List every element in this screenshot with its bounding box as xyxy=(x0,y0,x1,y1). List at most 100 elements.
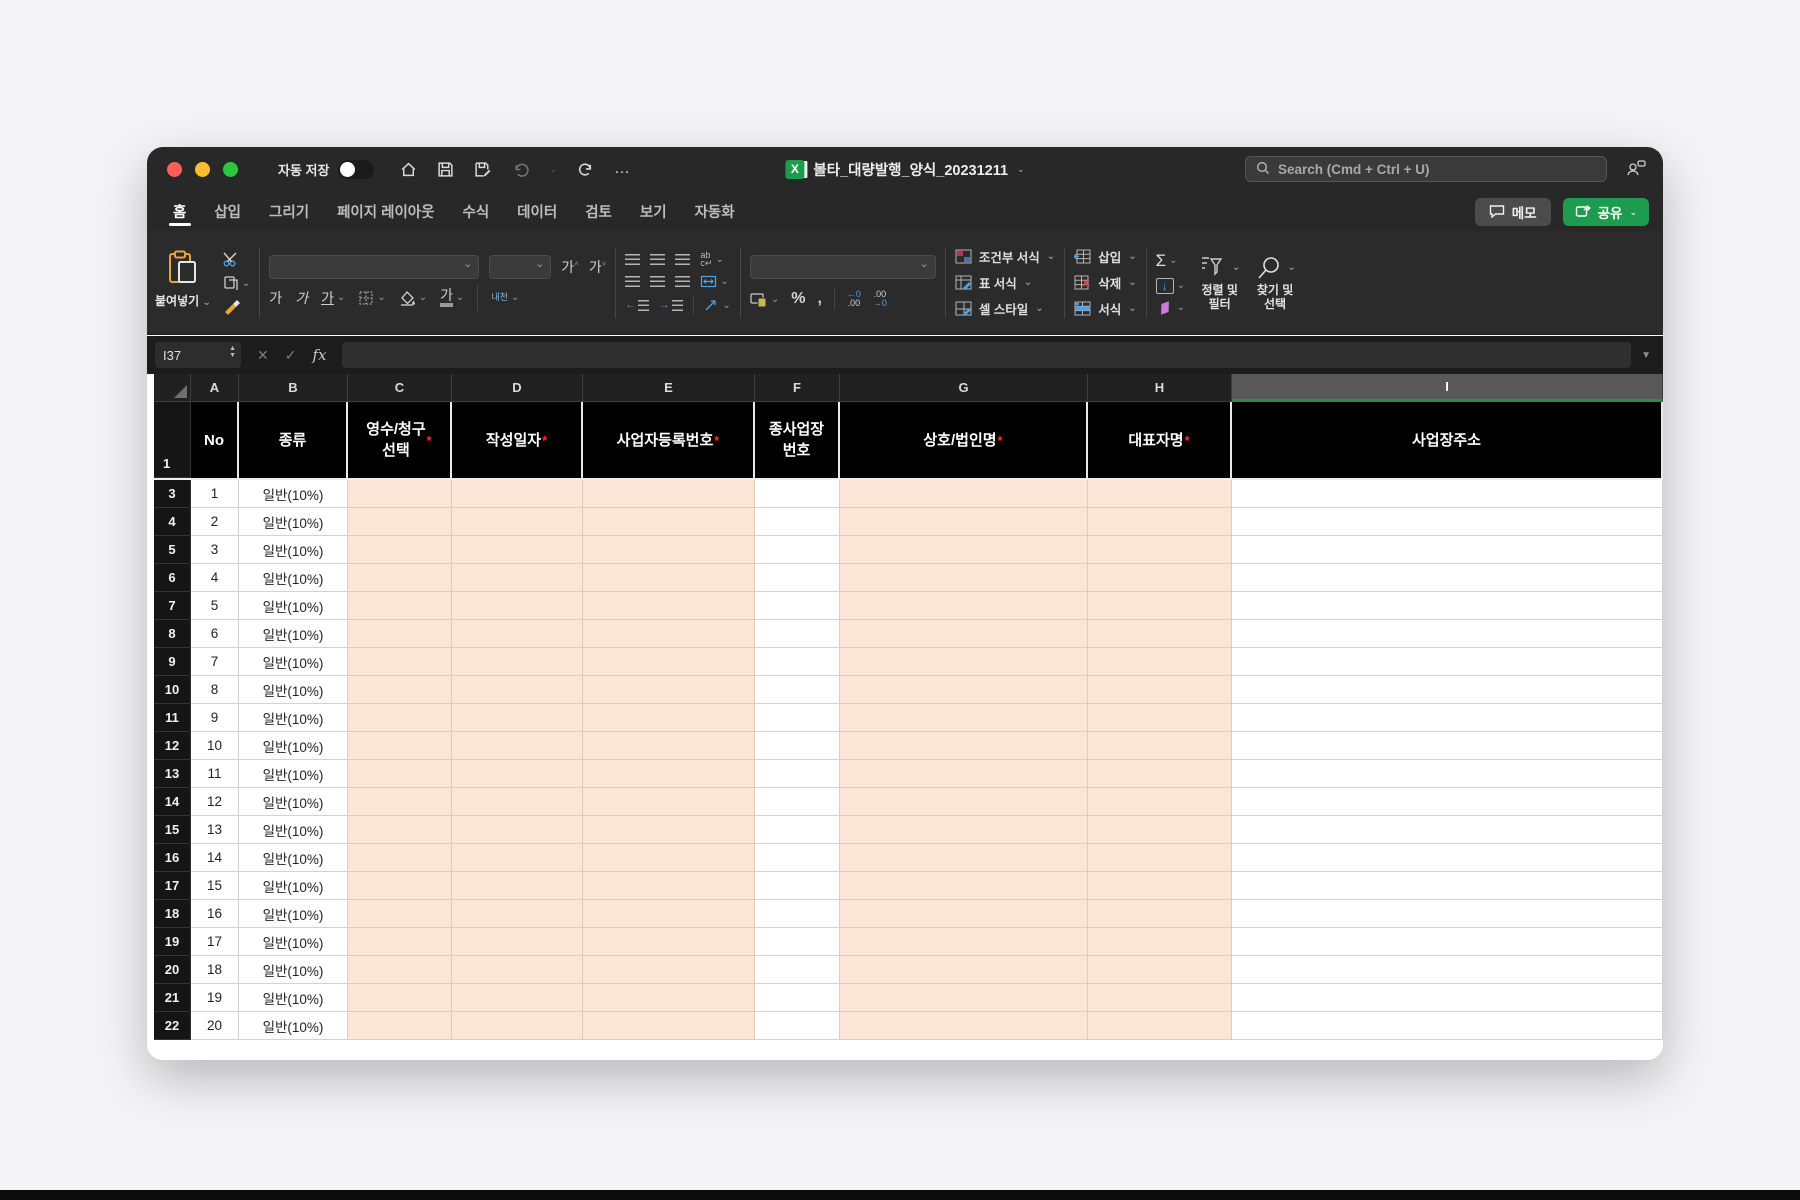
cell-F4[interactable] xyxy=(755,508,840,536)
cell-D12[interactable] xyxy=(452,732,583,760)
cell-A7[interactable]: 5 xyxy=(191,592,239,620)
conditional-formatting-button[interactable]: 조건부 서식 ⌄ xyxy=(955,247,1055,266)
cell-B12[interactable]: 일반(10%) xyxy=(239,732,348,760)
cell-H4[interactable] xyxy=(1088,508,1232,536)
cell-E5[interactable] xyxy=(583,536,755,564)
column-header-E[interactable]: E xyxy=(583,374,755,402)
cell-I19[interactable] xyxy=(1232,928,1663,956)
row-header-20[interactable]: 20 xyxy=(154,956,191,984)
align-right-icon[interactable] xyxy=(675,276,691,287)
cell-C19[interactable] xyxy=(348,928,452,956)
cell-D14[interactable] xyxy=(452,788,583,816)
row-header-3[interactable]: 3 xyxy=(154,480,191,508)
cell-F15[interactable] xyxy=(755,816,840,844)
cell-I14[interactable] xyxy=(1232,788,1663,816)
cell-G20[interactable] xyxy=(840,956,1088,984)
align-bottom-icon[interactable] xyxy=(675,253,691,265)
sort-filter-button[interactable]: ⌄ 정렬 및 필터 xyxy=(1199,255,1240,311)
share-button[interactable]: 공유 ⌄ xyxy=(1562,198,1649,226)
cell-H9[interactable] xyxy=(1088,648,1232,676)
cell-H8[interactable] xyxy=(1088,620,1232,648)
cell-D18[interactable] xyxy=(452,900,583,928)
ribbon-tab[interactable]: 검토 xyxy=(571,191,626,231)
row-header-16[interactable]: 16 xyxy=(154,844,191,872)
row-header-6[interactable]: 6 xyxy=(154,564,191,592)
cell-D11[interactable] xyxy=(452,704,583,732)
row-header-7[interactable]: 7 xyxy=(154,592,191,620)
cell-H20[interactable] xyxy=(1088,956,1232,984)
cell-E21[interactable] xyxy=(583,984,755,1012)
cell-C22[interactable] xyxy=(348,1012,452,1040)
cell-G21[interactable] xyxy=(840,984,1088,1012)
cell-D19[interactable] xyxy=(452,928,583,956)
cell-B5[interactable]: 일반(10%) xyxy=(239,536,348,564)
cell-E16[interactable] xyxy=(583,844,755,872)
font-color-button[interactable]: 가 ⌄ xyxy=(440,288,464,307)
cell-F12[interactable] xyxy=(755,732,840,760)
cell-G6[interactable] xyxy=(840,564,1088,592)
cell-B3[interactable]: 일반(10%) xyxy=(239,480,348,508)
cell-I12[interactable] xyxy=(1232,732,1663,760)
merge-center-button[interactable]: ⌄ xyxy=(700,275,729,288)
font-name-select[interactable] xyxy=(269,254,480,279)
cell-B7[interactable]: 일반(10%) xyxy=(239,592,348,620)
cell-F18[interactable] xyxy=(755,900,840,928)
header-cell-H[interactable]: 대표자명 * xyxy=(1088,402,1232,478)
home-icon[interactable] xyxy=(400,161,417,178)
find-select-button[interactable]: ⌄ 찾기 및 선택 xyxy=(1254,255,1296,311)
cell-G9[interactable] xyxy=(840,648,1088,676)
cell-I15[interactable] xyxy=(1232,816,1663,844)
ribbon-tab[interactable]: 보기 xyxy=(626,191,681,231)
cell-F21[interactable] xyxy=(755,984,840,1012)
cell-D21[interactable] xyxy=(452,984,583,1012)
underline-button[interactable]: 가 ⌄ xyxy=(321,288,345,308)
undo-icon[interactable] xyxy=(512,161,530,178)
cell-A12[interactable]: 10 xyxy=(191,732,239,760)
cell-D8[interactable] xyxy=(452,620,583,648)
cell-I5[interactable] xyxy=(1232,536,1663,564)
row-header-14[interactable]: 14 xyxy=(154,788,191,816)
row-header-1[interactable]: 1 xyxy=(154,402,191,478)
ribbon-tab[interactable]: 데이터 xyxy=(503,191,571,231)
cell-H16[interactable] xyxy=(1088,844,1232,872)
close-window-button[interactable] xyxy=(167,161,182,177)
cell-A19[interactable]: 17 xyxy=(191,928,239,956)
row-header-5[interactable]: 5 xyxy=(154,536,191,564)
row-header-8[interactable]: 8 xyxy=(154,620,191,648)
header-cell-G[interactable]: 상호/법인명 * xyxy=(840,402,1088,478)
cell-B4[interactable]: 일반(10%) xyxy=(239,508,348,536)
cell-D6[interactable] xyxy=(452,564,583,592)
cancel-icon[interactable]: ✕ xyxy=(257,347,269,364)
cell-D22[interactable] xyxy=(452,1012,583,1040)
row-header-17[interactable]: 17 xyxy=(154,872,191,900)
formula-input[interactable] xyxy=(342,342,1632,368)
cell-G12[interactable] xyxy=(840,732,1088,760)
header-cell-F[interactable]: 종사업장 번호 xyxy=(755,402,840,478)
cell-F9[interactable] xyxy=(755,648,840,676)
cell-F11[interactable] xyxy=(755,704,840,732)
cell-C17[interactable] xyxy=(348,872,452,900)
header-cell-D[interactable]: 작성일자 * xyxy=(452,402,583,478)
column-header-G[interactable]: G xyxy=(840,374,1088,402)
cell-B13[interactable]: 일반(10%) xyxy=(239,760,348,788)
header-cell-I[interactable]: 사업장주소 xyxy=(1232,402,1663,478)
format-cells-button[interactable]: 서식 ⌄ xyxy=(1074,299,1137,318)
cell-G18[interactable] xyxy=(840,900,1088,928)
cell-B17[interactable]: 일반(10%) xyxy=(239,872,348,900)
cell-B11[interactable]: 일반(10%) xyxy=(239,704,348,732)
cell-G7[interactable] xyxy=(840,592,1088,620)
cell-E10[interactable] xyxy=(583,676,755,704)
cell-styles-button[interactable]: 셀 스타일 ⌄ xyxy=(955,299,1055,318)
insert-cells-button[interactable]: 삽입 ⌄ xyxy=(1074,247,1137,266)
ribbon-tab[interactable]: 그리기 xyxy=(255,191,323,231)
decrease-indent-icon[interactable]: ← xyxy=(625,299,650,311)
row-header-19[interactable]: 19 xyxy=(154,928,191,956)
cell-A4[interactable]: 2 xyxy=(191,508,239,536)
cell-A10[interactable]: 8 xyxy=(191,676,239,704)
format-as-table-button[interactable]: 표 서식 ⌄ xyxy=(955,273,1055,292)
cell-I20[interactable] xyxy=(1232,956,1663,984)
cell-E11[interactable] xyxy=(583,704,755,732)
decrease-font-size-button[interactable]: 가˅ xyxy=(589,257,607,277)
more-icon[interactable]: … xyxy=(614,160,632,178)
minimize-window-button[interactable] xyxy=(195,161,210,177)
